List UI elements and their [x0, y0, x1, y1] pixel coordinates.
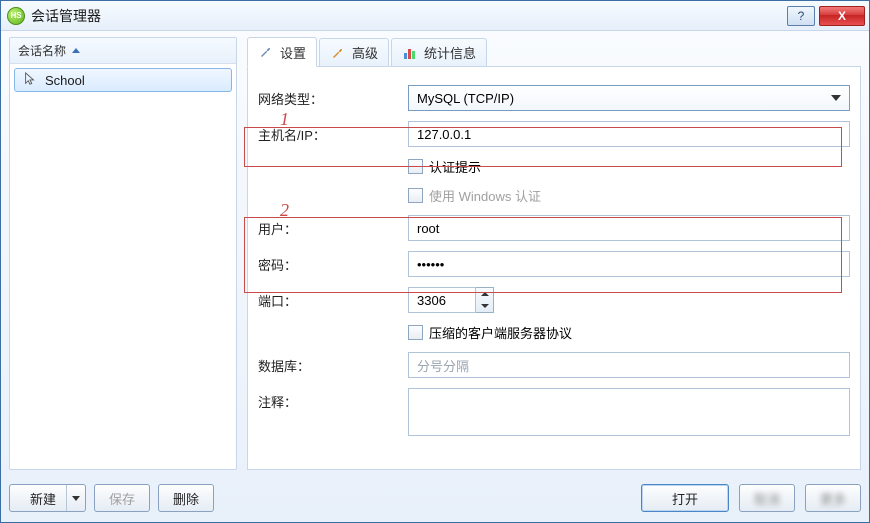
delete-button[interactable]: 删除: [158, 484, 214, 512]
save-button: 保存: [94, 484, 150, 512]
tabstrip: 设置 高级 统计信息: [247, 37, 861, 67]
label-nettype: 网络类型：: [258, 89, 408, 108]
session-list-panel: 会话名称 School: [9, 37, 237, 470]
help-button[interactable]: ?: [787, 6, 815, 26]
host-input[interactable]: [408, 121, 850, 147]
tab-label: 高级: [352, 43, 378, 62]
user-input[interactable]: [408, 215, 850, 241]
tab-label: 设置: [280, 43, 306, 62]
auth-prompt-label: 认证提示: [429, 157, 481, 176]
chart-icon: [402, 45, 418, 61]
tab-stats[interactable]: 统计信息: [391, 38, 487, 66]
titlebar: HS 会话管理器 ? X: [1, 1, 869, 31]
tab-label: 统计信息: [424, 43, 476, 62]
winauth-label: 使用 Windows 认证: [429, 186, 541, 205]
label-database: 数据库：: [258, 356, 408, 375]
checkbox-icon: [408, 325, 423, 340]
footer-button-1[interactable]: 取消: [739, 484, 795, 512]
label-password: 密码：: [258, 255, 408, 274]
comment-input[interactable]: [408, 388, 850, 436]
session-list-header[interactable]: 会话名称: [10, 38, 236, 64]
app-icon: HS: [7, 7, 25, 25]
port-input[interactable]: [408, 287, 476, 313]
tab-content-settings: 网络类型： MySQL (TCP/IP) 主机名/IP： 认证提示: [247, 67, 861, 470]
dialog-footer: 新建 保存 删除 打开 取消 更多: [9, 484, 861, 512]
nettype-value: MySQL (TCP/IP): [417, 91, 514, 106]
tab-settings[interactable]: 设置: [247, 37, 317, 67]
port-spinner[interactable]: [476, 287, 494, 313]
checkbox-icon: [408, 188, 423, 203]
window-title: 会话管理器: [31, 6, 783, 26]
auth-prompt-field[interactable]: 认证提示: [408, 157, 850, 176]
main-panel: 设置 高级 统计信息 网络类型：: [247, 37, 861, 470]
database-input[interactable]: [408, 352, 850, 378]
chevron-down-icon: [831, 95, 841, 101]
tab-advanced[interactable]: 高级: [319, 38, 389, 66]
compress-field[interactable]: 压缩的客户端服务器协议: [408, 323, 850, 342]
label-port: 端口：: [258, 291, 408, 310]
session-list-header-label: 会话名称: [18, 42, 66, 59]
session-list: School: [10, 64, 236, 469]
chevron-up-icon: [476, 288, 493, 300]
chevron-down-icon: [476, 300, 493, 312]
footer-button-2[interactable]: 更多: [805, 484, 861, 512]
new-button-label: 新建: [24, 485, 67, 511]
winauth-field: 使用 Windows 认证: [408, 186, 850, 205]
wrench-icon: [258, 44, 274, 60]
nettype-dropdown[interactable]: MySQL (TCP/IP): [408, 85, 850, 111]
chevron-down-icon: [67, 485, 85, 511]
label-user: 用户：: [258, 219, 408, 238]
sort-asc-icon: [72, 48, 80, 53]
cursor-icon: [23, 72, 37, 89]
session-manager-window: HS 会话管理器 ? X 会话名称 School: [0, 0, 870, 523]
session-item[interactable]: School: [14, 68, 232, 92]
session-item-label: School: [45, 73, 85, 88]
checkbox-icon: [408, 159, 423, 174]
label-comment: 注释：: [258, 388, 408, 411]
compress-label: 压缩的客户端服务器协议: [429, 323, 572, 342]
password-input[interactable]: [408, 251, 850, 277]
label-host: 主机名/IP：: [258, 125, 408, 144]
wrench-orange-icon: [330, 45, 346, 61]
close-button[interactable]: X: [819, 6, 865, 26]
new-button[interactable]: 新建: [9, 484, 86, 512]
open-button[interactable]: 打开: [641, 484, 729, 512]
